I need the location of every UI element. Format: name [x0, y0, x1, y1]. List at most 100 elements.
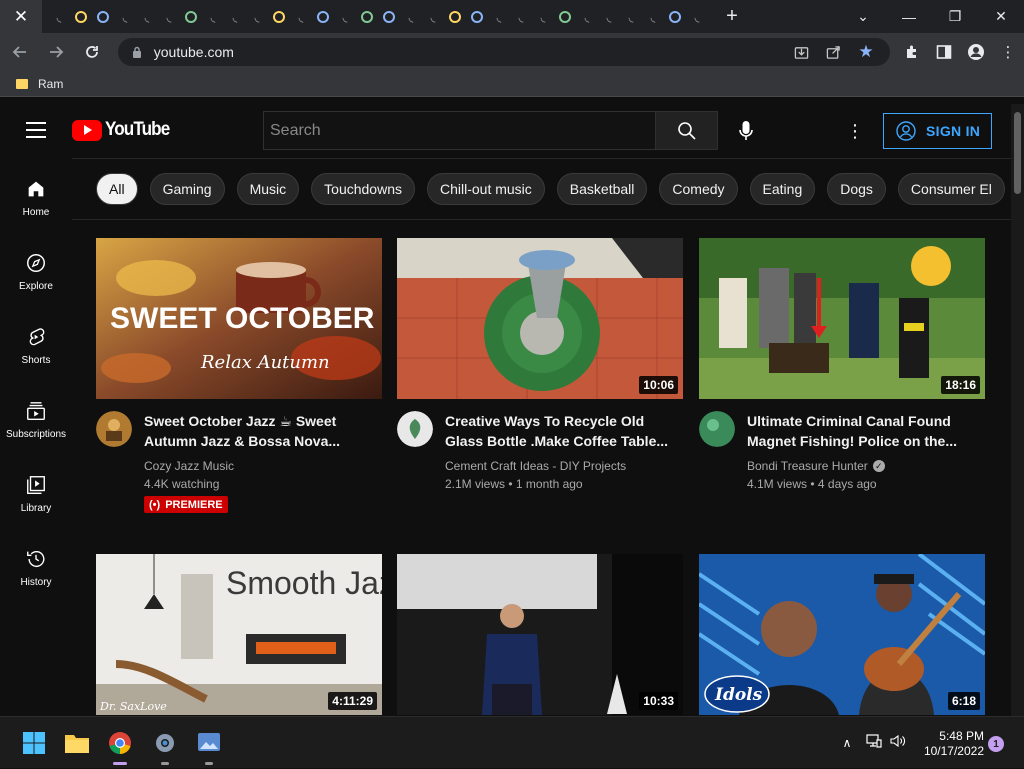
- video-title[interactable]: Sweet October Jazz ☕ Sweet Autumn Jazz &…: [144, 411, 374, 451]
- url-text[interactable]: youtube.com: [154, 44, 234, 60]
- tab-favicon[interactable]: [70, 0, 92, 33]
- tab-favicon[interactable]: ◟: [532, 0, 554, 33]
- page-scrollbar[interactable]: [1011, 104, 1024, 716]
- notification-badge[interactable]: 1: [988, 736, 1004, 752]
- tab-favicon[interactable]: [466, 0, 488, 33]
- tab-favicon[interactable]: [312, 0, 334, 33]
- channel-avatar[interactable]: [699, 411, 735, 447]
- tab-favicon[interactable]: [268, 0, 290, 33]
- sign-in-button[interactable]: SIGN IN: [883, 113, 992, 149]
- channel-avatar[interactable]: [96, 411, 132, 447]
- tab-favicon[interactable]: ◟: [400, 0, 422, 33]
- video-thumbnail[interactable]: SWEET OCTOBER JAZZ Relax Autumn: [96, 238, 382, 399]
- chip-consumer-electronics[interactable]: Consumer El: [897, 173, 1005, 205]
- tab-favicon[interactable]: ◟: [488, 0, 510, 33]
- restore-button[interactable]: ❐: [932, 0, 978, 33]
- tab-favicon[interactable]: ◟: [246, 0, 268, 33]
- channel-name-text[interactable]: Cement Craft Ideas - DIY Projects: [445, 459, 626, 473]
- new-tab-button[interactable]: +: [712, 0, 752, 33]
- settings-menu-icon[interactable]: ⋮: [842, 115, 868, 147]
- video-card[interactable]: 10:33: [397, 554, 683, 715]
- tab-favicon[interactable]: ◟: [576, 0, 598, 33]
- sidebar-item-subscriptions[interactable]: Subscriptions: [0, 380, 72, 454]
- tab-favicon[interactable]: [356, 0, 378, 33]
- chip-gaming[interactable]: Gaming: [149, 173, 225, 205]
- chip-chill-out-music[interactable]: Chill-out music: [426, 173, 545, 205]
- search-box[interactable]: [263, 111, 656, 150]
- channel-name[interactable]: Cement Craft Ideas - DIY Projects: [445, 459, 626, 473]
- channel-name[interactable]: Cozy Jazz Music: [144, 459, 234, 473]
- tab-favicon[interactable]: [554, 0, 576, 33]
- tab-favicon[interactable]: ◟: [202, 0, 224, 33]
- back-button[interactable]: [4, 36, 36, 68]
- youtube-logo[interactable]: YouTube: [72, 119, 176, 141]
- settings-taskbar-button[interactable]: [149, 727, 181, 765]
- video-card[interactable]: 10:06 Creative Ways To Recycle Old Glass…: [397, 238, 683, 519]
- search-input[interactable]: [270, 121, 655, 140]
- file-explorer-button[interactable]: [61, 727, 93, 759]
- bookmark-star-icon[interactable]: ★: [850, 38, 882, 66]
- tab-favicon[interactable]: ◟: [334, 0, 356, 33]
- video-thumbnail[interactable]: 18:16: [699, 238, 985, 399]
- channel-name[interactable]: Bondi Treasure Hunter ✓: [747, 459, 885, 473]
- show-hidden-icons-chevron-icon[interactable]: ∧: [838, 736, 856, 750]
- tab-search-chevron-icon[interactable]: ⌄: [840, 0, 886, 33]
- tab-favicon[interactable]: ◟: [422, 0, 444, 33]
- taskbar-clock[interactable]: 5:48 PM 10/17/2022: [918, 729, 984, 759]
- search-button[interactable]: [655, 111, 718, 150]
- share-icon[interactable]: [818, 38, 850, 66]
- video-thumbnail[interactable]: Smooth Jazz Dr. SaxLove 4:11:29: [96, 554, 382, 715]
- video-card[interactable]: Idols 6:18: [699, 554, 985, 715]
- network-icon[interactable]: [866, 733, 882, 753]
- chip-dogs[interactable]: Dogs: [827, 173, 886, 205]
- tab-favicon[interactable]: [180, 0, 202, 33]
- chip-comedy[interactable]: Comedy: [659, 173, 738, 205]
- tab-favicon[interactable]: ◟: [290, 0, 312, 33]
- video-thumbnail[interactable]: 10:06: [397, 238, 683, 399]
- photos-taskbar-button[interactable]: [193, 727, 225, 765]
- tab-favicon[interactable]: [92, 0, 114, 33]
- tab-favicon[interactable]: [378, 0, 400, 33]
- chip-music[interactable]: Music: [236, 173, 300, 205]
- tab-favicon[interactable]: ◟: [224, 0, 246, 33]
- tab-favicon[interactable]: ◟: [598, 0, 620, 33]
- chip-basketball[interactable]: Basketball: [556, 173, 648, 205]
- bookmark-folder[interactable]: Ram: [16, 77, 63, 91]
- profile-icon[interactable]: [960, 36, 992, 68]
- tab-favicon[interactable]: ◟: [114, 0, 136, 33]
- tab-favicon[interactable]: ◟: [686, 0, 708, 33]
- tab-favicon[interactable]: ◟: [642, 0, 664, 33]
- side-panel-icon[interactable]: [928, 36, 960, 68]
- channel-avatar[interactable]: [397, 411, 433, 447]
- sidebar-item-shorts[interactable]: Shorts: [0, 306, 72, 380]
- reload-button[interactable]: [76, 36, 108, 68]
- tab-favicon[interactable]: ◟: [48, 0, 70, 33]
- tab-close-icon[interactable]: ✕: [0, 0, 42, 33]
- video-card[interactable]: SWEET OCTOBER JAZZ Relax Autumn Sweet Oc…: [96, 238, 382, 519]
- forward-button[interactable]: [40, 36, 72, 68]
- tab-favicon[interactable]: ◟: [136, 0, 158, 33]
- video-title[interactable]: Creative Ways To Recycle Old Glass Bottl…: [445, 411, 675, 451]
- tab-favicon[interactable]: ◟: [620, 0, 642, 33]
- address-bar[interactable]: youtube.com ★: [117, 38, 890, 66]
- sidebar-item-library[interactable]: Library: [0, 454, 72, 528]
- tab-favicon[interactable]: ◟: [510, 0, 532, 33]
- tab-favicon[interactable]: ◟: [158, 0, 180, 33]
- channel-name-text[interactable]: Bondi Treasure Hunter: [747, 459, 868, 473]
- tab-favicon[interactable]: [664, 0, 686, 33]
- video-card[interactable]: Smooth Jazz Dr. SaxLove 4:11:29: [96, 554, 382, 715]
- tab-favicon[interactable]: [444, 0, 466, 33]
- hamburger-menu-icon[interactable]: [26, 122, 46, 138]
- video-card[interactable]: 18:16 Ultimate Criminal Canal Found Magn…: [699, 238, 985, 519]
- voice-search-button[interactable]: [730, 115, 762, 147]
- extensions-icon[interactable]: [896, 36, 928, 68]
- install-app-icon[interactable]: [786, 38, 818, 66]
- close-window-button[interactable]: ✕: [978, 0, 1024, 33]
- browser-menu-icon[interactable]: ⋮: [992, 36, 1024, 68]
- video-title[interactable]: Ultimate Criminal Canal Found Magnet Fis…: [747, 411, 977, 451]
- video-thumbnail[interactable]: Idols 6:18: [699, 554, 985, 715]
- chip-touchdowns[interactable]: Touchdowns: [311, 173, 415, 205]
- chip-eating[interactable]: Eating: [749, 173, 816, 205]
- scrollbar-thumb[interactable]: [1014, 112, 1021, 194]
- chrome-taskbar-button[interactable]: [104, 727, 136, 765]
